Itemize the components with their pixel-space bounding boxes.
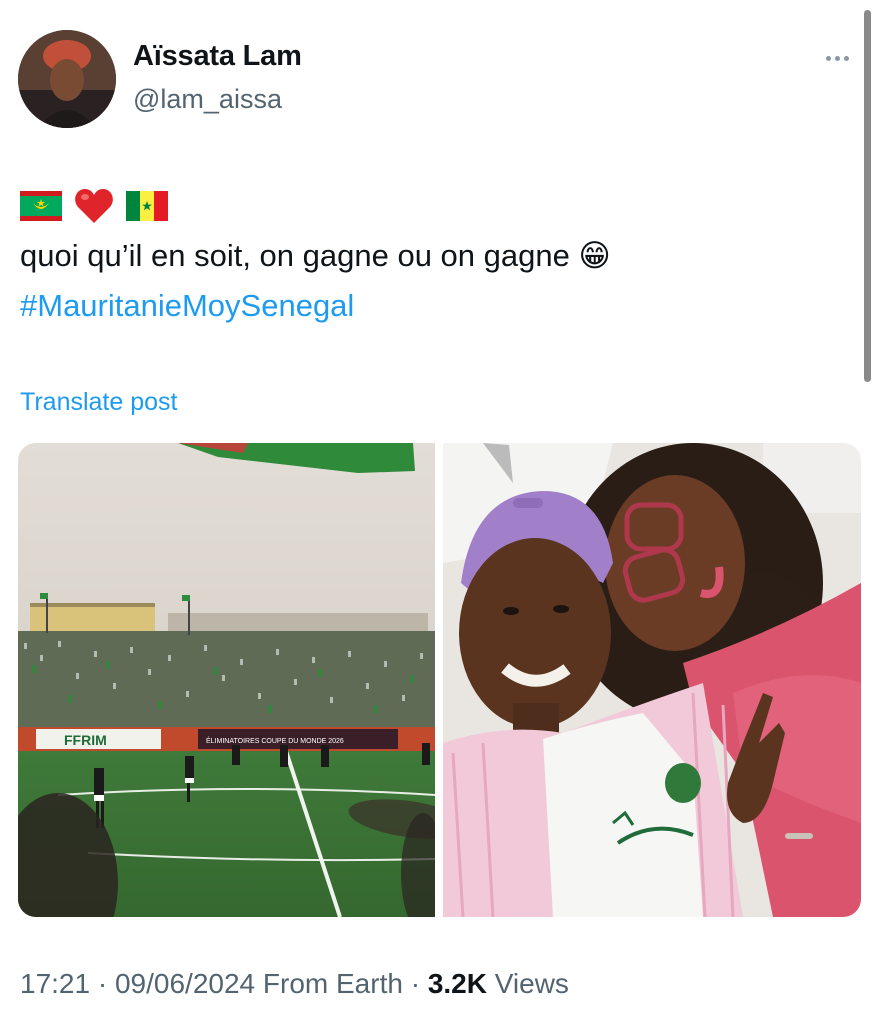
author-handle[interactable]: @lam_aissa <box>133 84 282 115</box>
hashtag-link[interactable]: #MauritanieMoySenegal <box>20 288 354 324</box>
banner-ffrim: FFRIM <box>64 732 107 748</box>
more-options-icon[interactable] <box>826 50 856 66</box>
stadium-photo[interactable]: FFRIM ÉLIMINATOIRES COUPE DU MONDE 2026 <box>18 443 435 917</box>
heart-icon <box>75 189 113 223</box>
senegal-flag-icon <box>126 191 168 221</box>
separator-dot: · <box>410 968 421 999</box>
mauritania-flag-icon <box>20 191 62 221</box>
author-name[interactable]: Aïssata Lam <box>133 40 302 73</box>
views-label[interactable]: Views <box>495 968 569 999</box>
post-meta: 17:21 · 09/06/2024 From Earth · 3.2K Vie… <box>20 968 569 1000</box>
selfie-photo[interactable] <box>443 443 861 917</box>
post-time[interactable]: 17:21 <box>20 968 90 999</box>
emoji-row <box>20 186 168 226</box>
views-count[interactable]: 3.2K <box>428 968 487 999</box>
post-text: quoi qu’il en soit, on gagne ou on gagne… <box>20 238 611 273</box>
avatar[interactable] <box>18 30 116 128</box>
separator-dot: · <box>97 968 108 999</box>
scrollbar[interactable] <box>864 10 871 382</box>
post-source: From Earth <box>262 968 403 999</box>
post-date[interactable]: 09/06/2024 <box>115 968 255 999</box>
banner-qualifiers: ÉLIMINATOIRES COUPE DU MONDE 2026 <box>206 736 344 745</box>
translate-post-link[interactable]: Translate post <box>20 388 177 417</box>
